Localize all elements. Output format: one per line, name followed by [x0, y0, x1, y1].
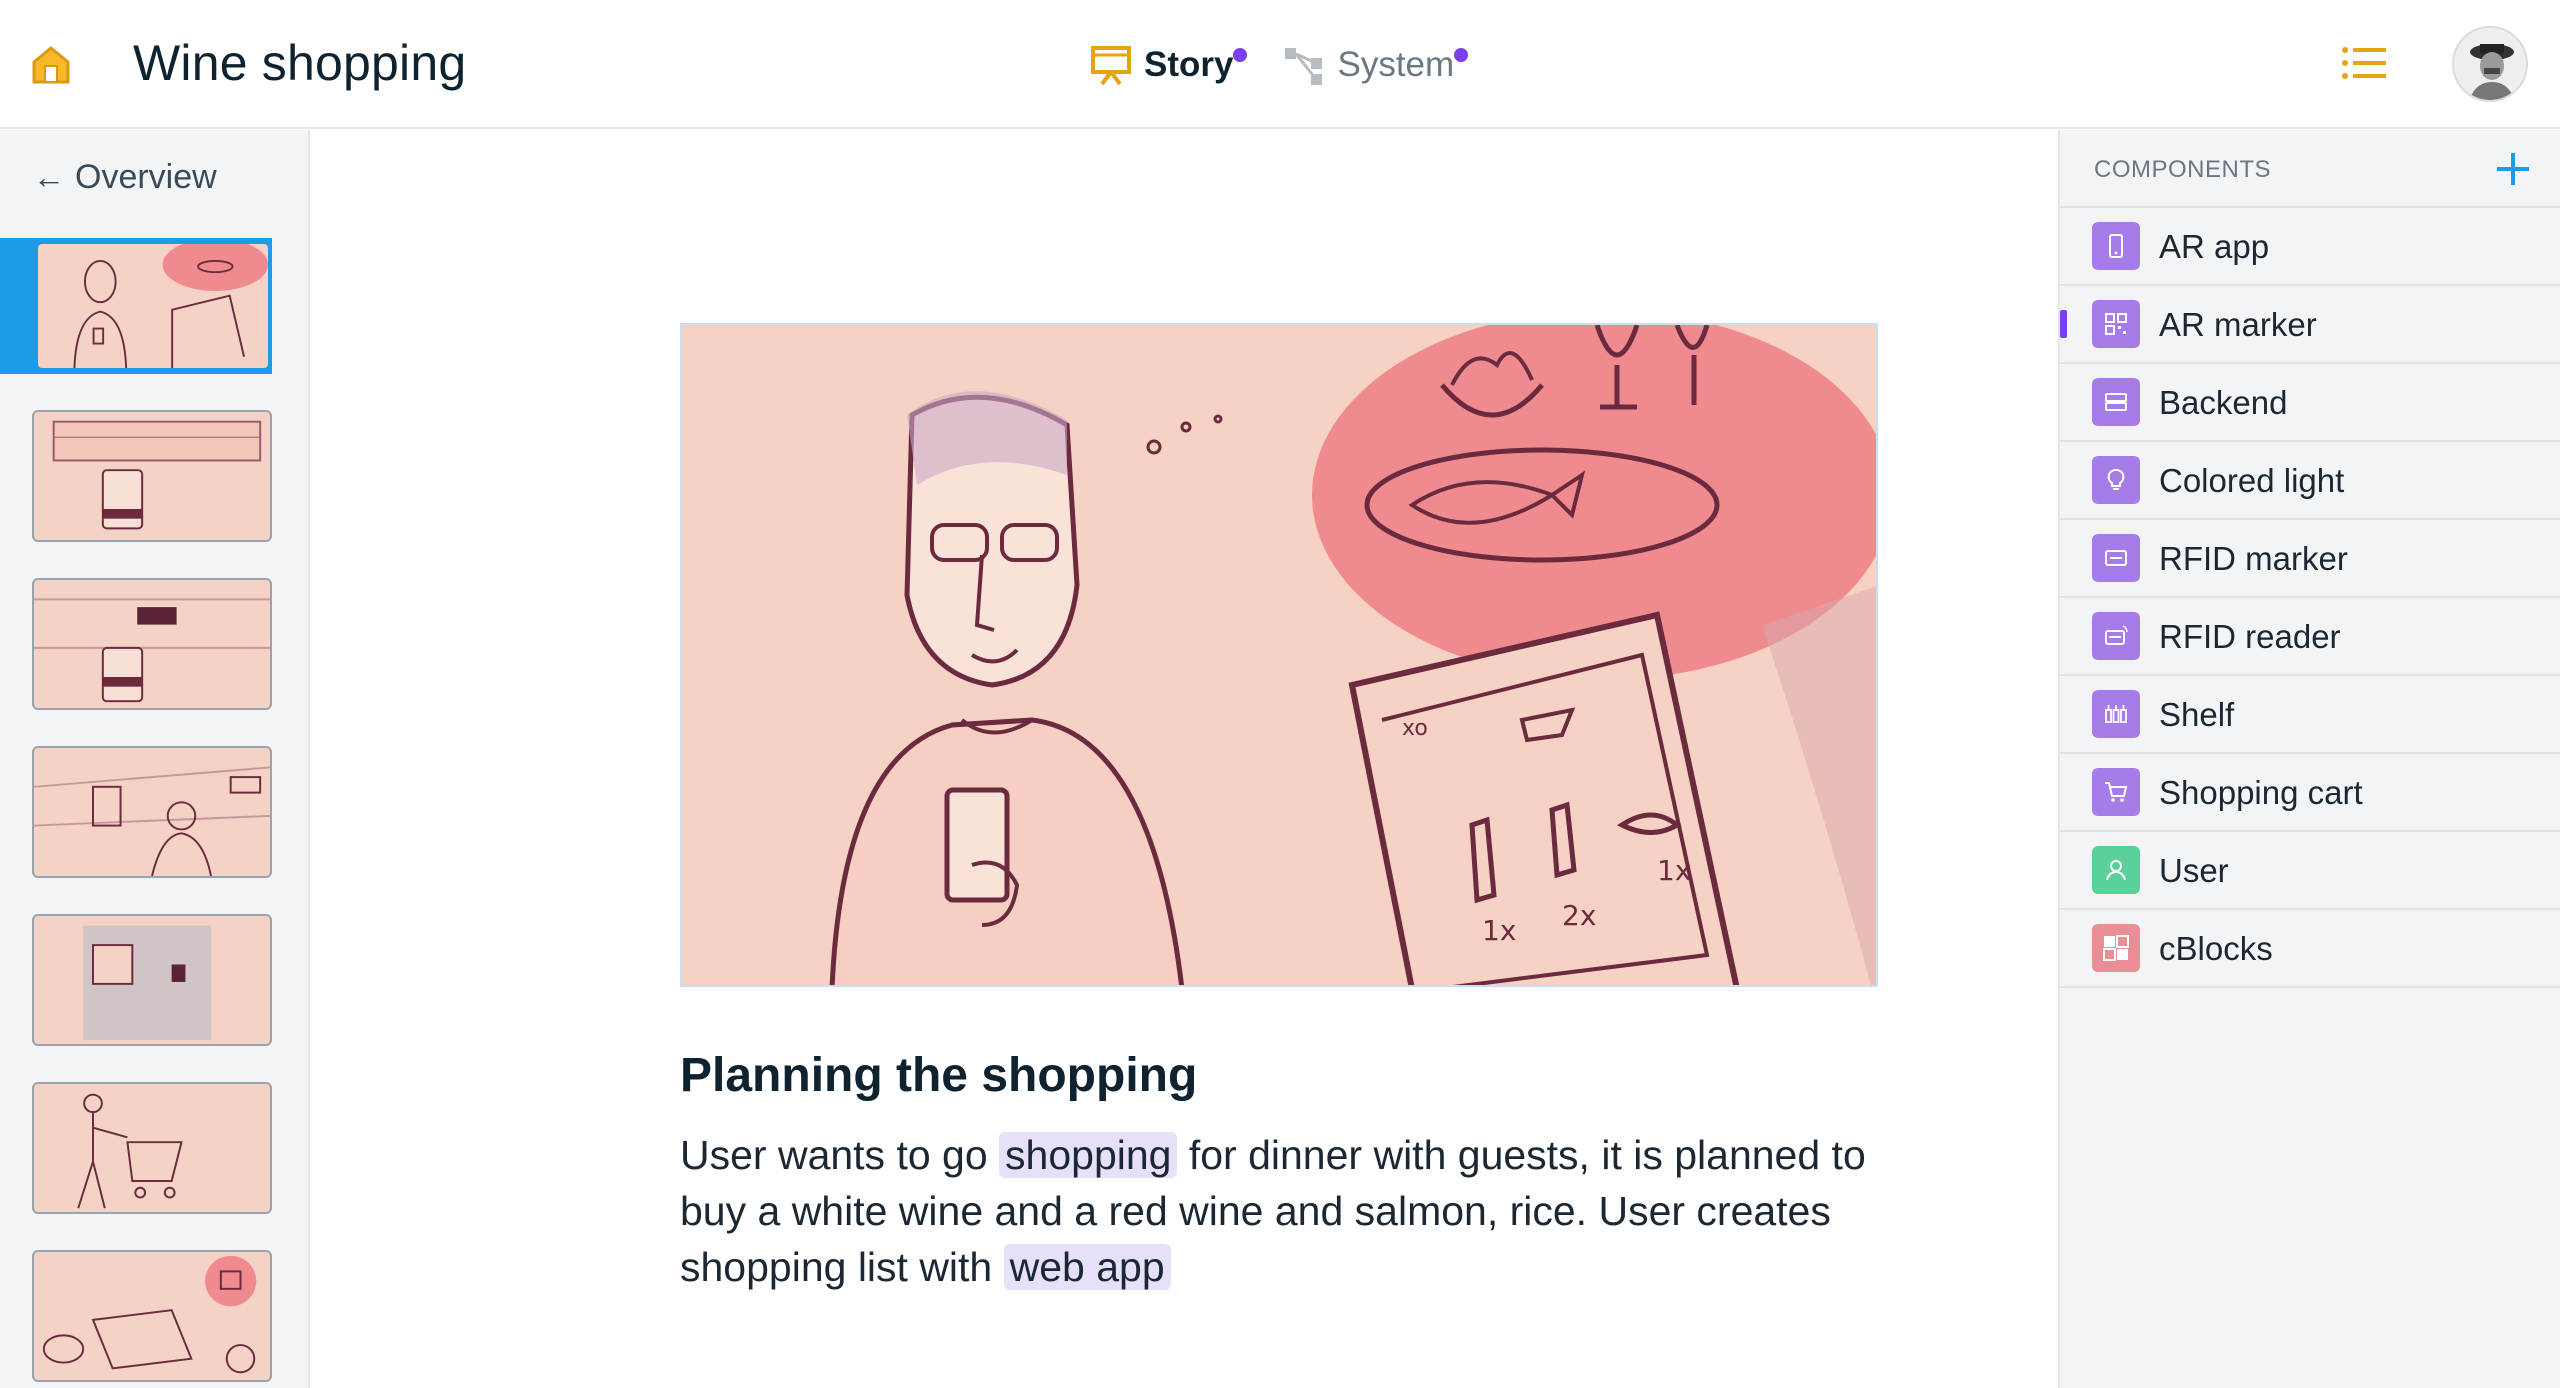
- tab-story-label: Story: [1144, 45, 1234, 84]
- list-icon[interactable]: [2342, 47, 2386, 79]
- component-tag-shopping[interactable]: shopping: [999, 1132, 1178, 1178]
- component-tag-web-app[interactable]: web app: [1003, 1244, 1171, 1290]
- component-user[interactable]: User: [2060, 832, 2560, 910]
- scene-thumbnail-image: [32, 1250, 272, 1382]
- component-rfid-marker[interactable]: RFID marker: [2060, 520, 2560, 598]
- components-list: AR app AR marker Backend Colored light R…: [2060, 208, 2560, 988]
- scene-thumbnail-2[interactable]: [0, 406, 308, 574]
- component-rfid-reader[interactable]: RFID reader: [2060, 598, 2560, 676]
- component-label: AR marker: [2159, 306, 2317, 343]
- component-cblocks[interactable]: cBlocks: [2060, 910, 2560, 988]
- presentation-icon: [1091, 46, 1131, 86]
- mode-switcher: Story System: [1090, 38, 1504, 92]
- scene-description[interactable]: User wants to go shopping for dinner wit…: [680, 1127, 1890, 1295]
- svg-text:2x: 2x: [1562, 899, 1596, 932]
- card-icon: [2092, 534, 2140, 582]
- bulb-icon: [2092, 456, 2140, 504]
- user-photo: [2454, 28, 2526, 100]
- overview-label: Overview: [75, 158, 217, 196]
- scene-thumbnail-1[interactable]: [0, 238, 308, 406]
- component-label: RFID marker: [2159, 540, 2348, 577]
- components-header: COMPONENTS: [2060, 130, 2560, 208]
- component-label: Backend: [2159, 384, 2288, 421]
- components-title: COMPONENTS: [2094, 156, 2272, 183]
- scene-thumbnail-4[interactable]: [0, 742, 308, 910]
- scene-thumbnail-list: [0, 238, 308, 1388]
- svg-text:xo: xo: [1402, 716, 1428, 741]
- qr-code-icon: [2092, 300, 2140, 348]
- scene-thumbnail-image: [32, 578, 272, 710]
- scene-thumbnail-5[interactable]: [0, 910, 308, 1078]
- component-shelf[interactable]: Shelf: [2060, 676, 2560, 754]
- system-graph-icon: [1285, 48, 1323, 85]
- component-label: RFID reader: [2159, 618, 2341, 655]
- scene-thumbnail-image: [32, 1082, 272, 1214]
- notification-dot: [1454, 48, 1469, 62]
- scene-thumbnail-image: [36, 242, 270, 370]
- card-reader-icon: [2092, 612, 2140, 660]
- overview-link[interactable]: ← Overview: [33, 158, 217, 197]
- scene-thumbnail-6[interactable]: [0, 1078, 308, 1246]
- notification-dot: [1233, 48, 1248, 62]
- scene-thumbnail-image: [32, 914, 272, 1046]
- app-title: Wine shopping: [133, 35, 467, 91]
- component-ar-marker[interactable]: AR marker: [2060, 286, 2560, 364]
- scene-thumbnail-image: [32, 410, 272, 542]
- component-colored-light[interactable]: Colored light: [2060, 442, 2560, 520]
- description-text: User wants to go: [680, 1132, 1000, 1178]
- user-icon: [2092, 846, 2140, 894]
- tab-story[interactable]: Story: [1090, 44, 1248, 86]
- blocks-icon: [2092, 924, 2140, 972]
- home-icon[interactable]: [30, 44, 72, 86]
- scene-title[interactable]: Planning the shopping: [680, 1048, 1197, 1103]
- cart-icon: [2092, 768, 2140, 816]
- svg-text:1x: 1x: [1482, 914, 1516, 947]
- avatar[interactable]: [2452, 26, 2528, 102]
- component-label: Colored light: [2159, 462, 2345, 499]
- server-icon: [2092, 378, 2140, 426]
- components-panel: COMPONENTS AR app AR marker Backend Colo…: [2058, 130, 2560, 1388]
- component-ar-app[interactable]: AR app: [2060, 208, 2560, 286]
- arrow-left-icon: ←: [33, 159, 65, 195]
- component-label: cBlocks: [2159, 930, 2273, 967]
- component-backend[interactable]: Backend: [2060, 364, 2560, 442]
- scene-editor: 1x 2x 1x xo Planning the shopping User w…: [310, 130, 2058, 1388]
- top-bar: Wine shopping Story System: [0, 0, 2560, 129]
- component-label: AR app: [2159, 228, 2270, 265]
- tab-system-label: System: [1337, 45, 1455, 84]
- phone-icon: [2092, 222, 2140, 270]
- selection-marker: [2060, 310, 2067, 338]
- component-label: Shopping cart: [2159, 774, 2363, 811]
- bottles-icon: [2092, 690, 2140, 738]
- plus-icon[interactable]: [2494, 150, 2532, 188]
- scene-thumbnail-image: [32, 746, 272, 878]
- scene-sidebar: ← Overview: [0, 130, 310, 1388]
- scene-thumbnail-7[interactable]: [0, 1246, 308, 1388]
- component-shopping-cart[interactable]: Shopping cart: [2060, 754, 2560, 832]
- component-label: Shelf: [2159, 696, 2235, 733]
- scene-thumbnail-3[interactable]: [0, 574, 308, 742]
- component-label: User: [2159, 852, 2229, 889]
- tab-system[interactable]: System: [1283, 44, 1469, 86]
- scene-illustration[interactable]: 1x 2x 1x xo: [680, 323, 1878, 987]
- svg-text:1x: 1x: [1657, 854, 1691, 887]
